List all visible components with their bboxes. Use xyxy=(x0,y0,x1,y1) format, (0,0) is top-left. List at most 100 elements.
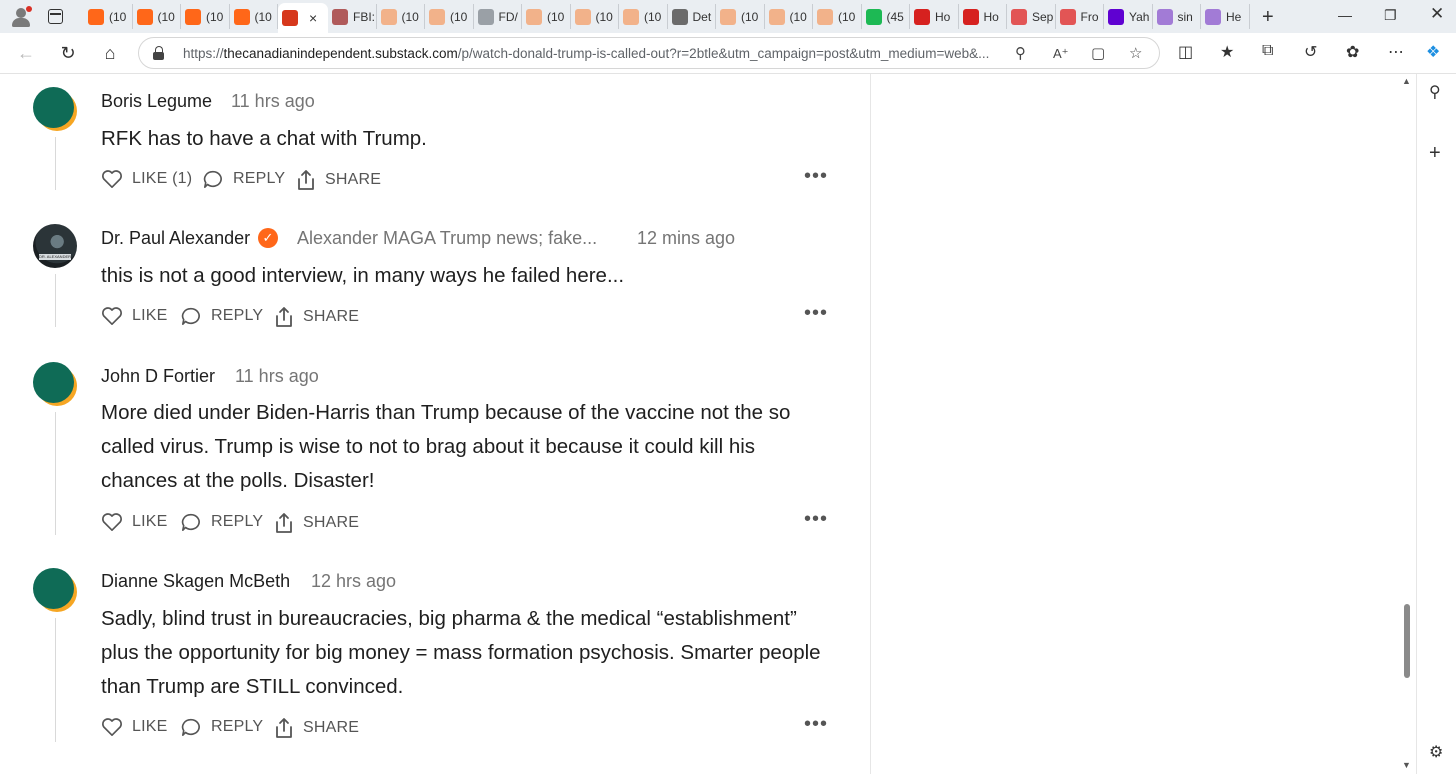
browser-tab[interactable]: (10 xyxy=(377,4,425,29)
performance-icon[interactable]: ✿ xyxy=(1346,42,1359,62)
browser-tab[interactable]: Ho xyxy=(910,4,959,29)
browser-tab[interactable]: Yah xyxy=(1104,4,1153,29)
browser-tab[interactable]: (10 xyxy=(84,4,133,29)
browser-tab[interactable]: (10 xyxy=(133,4,181,29)
address-bar[interactable]: https://thecanadianindependent.substack.… xyxy=(138,37,1160,69)
comment-time[interactable]: 11 hrs ago xyxy=(231,91,315,112)
history-icon[interactable]: ↺ xyxy=(1304,42,1317,62)
share-icon xyxy=(276,513,292,533)
close-tab-icon[interactable]: × xyxy=(309,10,317,26)
author-publication[interactable]: Alexander MAGA Trump news; fake... xyxy=(297,228,597,249)
share-button[interactable]: SHARE xyxy=(274,306,359,328)
more-options-button[interactable]: ••• xyxy=(804,713,828,736)
close-window-icon[interactable]: ✕ xyxy=(1430,4,1444,24)
comment-author[interactable]: Dr. Paul Alexander xyxy=(101,228,250,249)
comment-author[interactable]: Dianne Skagen McBeth xyxy=(101,571,290,592)
like-button[interactable]: LIKE xyxy=(101,717,168,737)
browser-tab[interactable]: (10 xyxy=(181,4,230,29)
comment-time[interactable]: 12 hrs ago xyxy=(311,571,396,592)
like-button[interactable]: LIKE (1) xyxy=(101,169,192,189)
browser-tab[interactable]: (10 xyxy=(765,4,813,29)
lock-icon[interactable] xyxy=(153,46,165,60)
gear-icon[interactable]: ⚙ xyxy=(1429,742,1443,762)
collections-icon[interactable]: ⧉ xyxy=(1262,42,1273,60)
vertical-scrollbar[interactable]: ▲ ▼ xyxy=(1400,74,1414,770)
tab-label: (10 xyxy=(450,9,468,24)
browser-tab[interactable]: FBI: xyxy=(328,4,377,29)
comment-author[interactable]: Boris Legume xyxy=(101,91,212,112)
tab-favicon-icon xyxy=(526,8,542,25)
browser-tab[interactable]: sin xyxy=(1153,4,1201,29)
tab-favicon-icon xyxy=(914,8,930,25)
tab-actions-icon[interactable] xyxy=(47,8,63,24)
tab-label: (10 xyxy=(838,9,856,24)
tab-favicon-icon xyxy=(233,8,250,25)
minimize-icon[interactable]: — xyxy=(1338,7,1352,23)
profile-icon[interactable] xyxy=(10,6,32,28)
browser-tab[interactable]: (10 xyxy=(522,4,571,29)
share-button[interactable]: SHARE xyxy=(274,717,359,739)
browser-tab[interactable]: × xyxy=(278,3,328,33)
reply-button[interactable]: REPLY xyxy=(180,512,263,532)
favorites-icon[interactable]: ★ xyxy=(1220,42,1234,62)
more-options-button[interactable]: ••• xyxy=(804,508,828,531)
copilot-icon[interactable]: ❖ xyxy=(1426,42,1440,62)
scrollbar-thumb[interactable] xyxy=(1404,604,1410,678)
browser-tab[interactable]: (45 xyxy=(862,4,910,29)
restore-icon[interactable]: ❐ xyxy=(1384,7,1397,24)
browser-tab[interactable]: Ho xyxy=(959,4,1007,29)
scroll-up-arrow-icon[interactable]: ▲ xyxy=(1402,76,1411,86)
like-button[interactable]: LIKE xyxy=(101,306,168,326)
scroll-down-arrow-icon[interactable]: ▼ xyxy=(1402,760,1411,770)
tab-favicon-icon xyxy=(380,8,397,25)
browser-tab[interactable]: FD/ xyxy=(474,4,522,29)
browser-tab[interactable]: (10 xyxy=(425,4,474,29)
back-button[interactable]: ← xyxy=(14,41,38,65)
tab-label: (45 xyxy=(886,9,904,24)
browser-tab[interactable]: (10 xyxy=(230,4,278,29)
comment-author[interactable]: John D Fortier xyxy=(101,366,215,387)
favorite-star-icon[interactable]: ☆ xyxy=(1129,44,1142,62)
browser-tab[interactable]: (10 xyxy=(571,4,619,29)
home-button[interactable]: ⌂ xyxy=(98,41,122,65)
tab-label: (10 xyxy=(401,9,419,24)
browser-tab[interactable]: Fro xyxy=(1056,4,1104,29)
reply-button[interactable]: REPLY xyxy=(180,306,263,326)
new-tab-button[interactable]: + xyxy=(1262,6,1274,29)
settings-more-icon[interactable]: ⋯ xyxy=(1388,42,1404,62)
tab-favicon-icon xyxy=(1205,8,1221,25)
zoom-icon[interactable]: ⚲ xyxy=(1015,44,1026,62)
avatar[interactable] xyxy=(33,87,77,131)
tab-favicon-icon xyxy=(865,8,882,25)
search-icon[interactable]: ⚲ xyxy=(1429,82,1441,102)
add-icon[interactable]: + xyxy=(1429,142,1441,165)
tab-favicon-icon xyxy=(1108,8,1124,25)
more-options-button[interactable]: ••• xyxy=(804,302,828,325)
avatar[interactable]: DR. ALEXANDER xyxy=(33,224,77,268)
browser-tab[interactable]: (10 xyxy=(619,4,668,29)
url-text[interactable]: https://thecanadianindependent.substack.… xyxy=(183,46,989,61)
comment-time[interactable]: 11 hrs ago xyxy=(235,366,319,387)
tab-label: (10 xyxy=(741,9,759,24)
share-button[interactable]: SHARE xyxy=(274,512,359,534)
browser-tab[interactable]: Sep xyxy=(1007,4,1056,29)
share-button[interactable]: SHARE xyxy=(296,169,381,191)
browser-tab[interactable]: He xyxy=(1201,4,1250,29)
immersive-reader-icon[interactable]: ▢ xyxy=(1091,44,1105,62)
avatar[interactable] xyxy=(33,362,77,406)
more-options-button[interactable]: ••• xyxy=(804,165,828,188)
browser-tab[interactable]: Det xyxy=(668,4,716,29)
browser-tab[interactable]: (10 xyxy=(813,4,862,29)
reply-button[interactable]: REPLY xyxy=(202,169,285,189)
reply-button[interactable]: REPLY xyxy=(180,717,263,737)
comment-time[interactable]: 12 mins ago xyxy=(637,228,735,249)
like-button[interactable]: LIKE xyxy=(101,512,168,532)
reply-icon xyxy=(181,307,200,325)
browser-sidebar: ⚲ + ⚙ xyxy=(1416,74,1456,774)
browser-tab[interactable]: (10 xyxy=(716,4,765,29)
read-aloud-icon[interactable]: A⁺ xyxy=(1053,46,1069,62)
split-screen-icon[interactable]: ◫ xyxy=(1178,42,1193,62)
refresh-button[interactable]: ↻ xyxy=(56,41,80,65)
avatar[interactable] xyxy=(33,568,77,612)
comment-body: this is not a good interview, in many wa… xyxy=(101,264,625,287)
